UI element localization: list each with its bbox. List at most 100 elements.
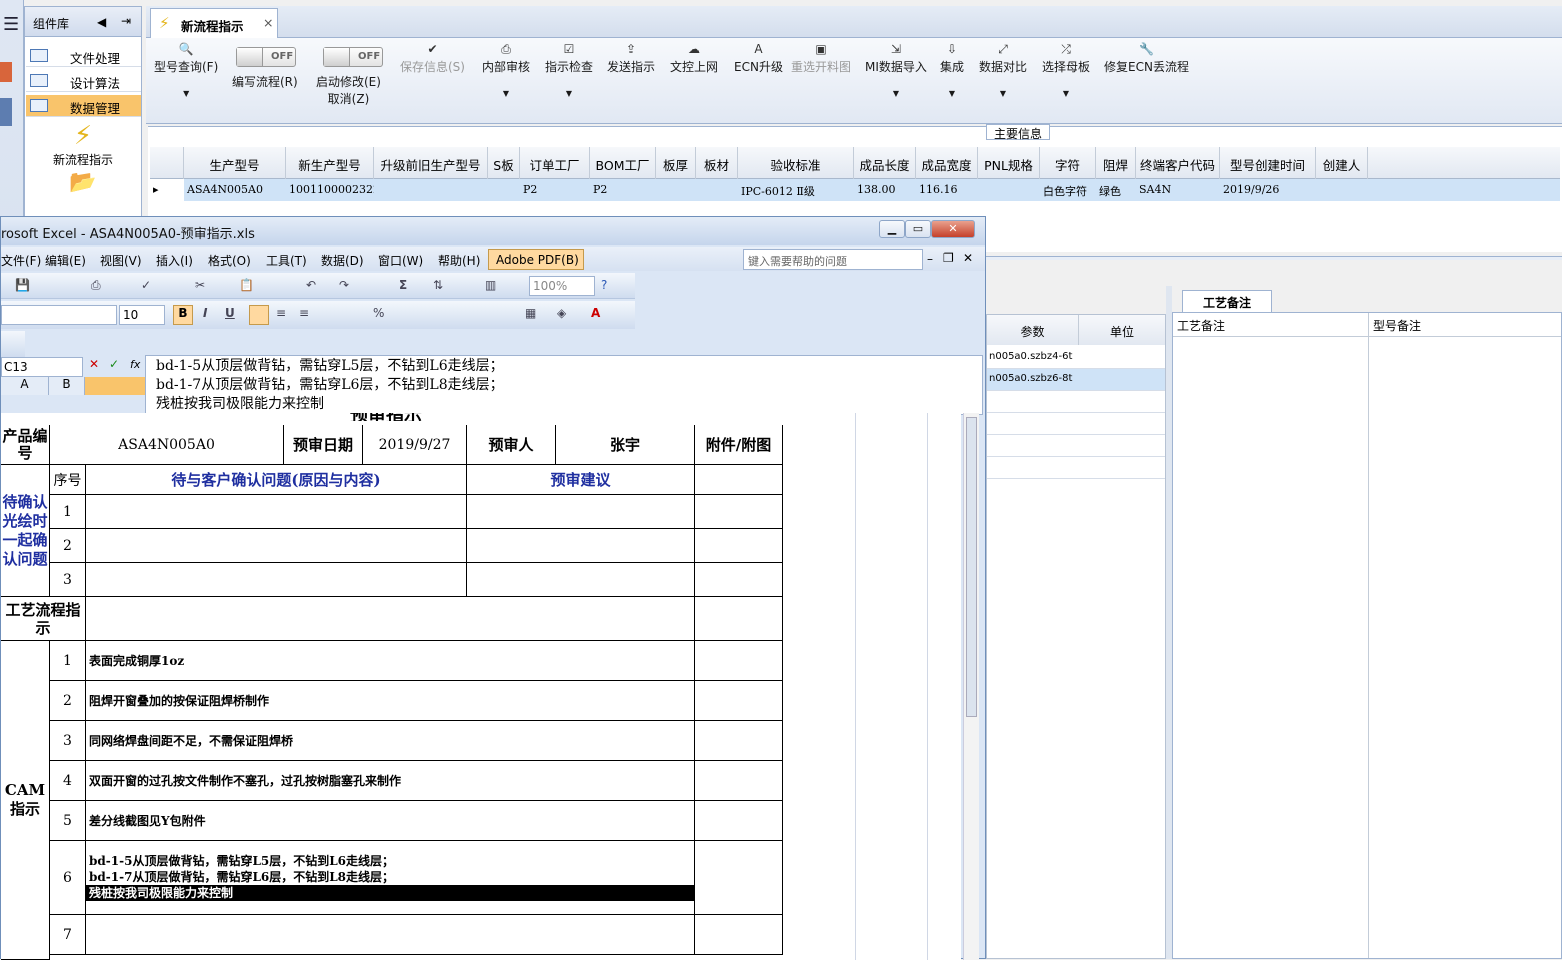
process-cell[interactable] bbox=[86, 597, 695, 641]
column-header-c[interactable] bbox=[85, 377, 145, 395]
reviewer-label[interactable]: 预审人 bbox=[467, 425, 556, 465]
column-header[interactable]: 订单工厂 bbox=[520, 147, 590, 179]
cam-seq[interactable]: 6 bbox=[50, 841, 86, 915]
tab-process-notes[interactable]: 工艺备注 bbox=[1182, 290, 1272, 312]
table-cell[interactable] bbox=[656, 179, 696, 201]
menu-tools[interactable]: 工具(T) bbox=[266, 252, 307, 269]
table-cell[interactable]: P2 bbox=[590, 179, 656, 201]
empty-row[interactable] bbox=[987, 391, 1165, 413]
column-header[interactable]: 型号创建时间 bbox=[1220, 147, 1316, 179]
question-header[interactable]: 待与客户确认问题(原因与内容) bbox=[86, 465, 467, 495]
dropdown-arrow-icon[interactable]: ▼ bbox=[940, 89, 964, 98]
mi-import-button[interactable]: ⇲ MI数据导入 ▼ bbox=[865, 42, 927, 98]
redo-icon[interactable]: ↷ bbox=[339, 278, 349, 292]
dropdown-arrow-icon[interactable]: ▼ bbox=[154, 89, 218, 98]
function-icon[interactable]: fx bbox=[130, 358, 140, 371]
integrate-button[interactable]: ⇩ 集成 ▼ bbox=[940, 42, 964, 98]
sidebar-item-file[interactable]: 文件处理 bbox=[26, 45, 141, 67]
table-cell[interactable] bbox=[374, 179, 488, 201]
question-cell[interactable] bbox=[86, 529, 467, 563]
save-info-button[interactable]: ✔ 保存信息(S) bbox=[400, 42, 465, 75]
menu-insert[interactable]: 插入(I) bbox=[156, 252, 193, 269]
dropdown-arrow-icon[interactable]: ▼ bbox=[865, 89, 927, 98]
cam-text[interactable] bbox=[86, 915, 695, 955]
table-cell[interactable]: IPC-6012 Ⅱ级 bbox=[738, 179, 854, 201]
menu-data[interactable]: 数据(D) bbox=[321, 252, 364, 269]
cam-label[interactable]: CAM指示 bbox=[1, 641, 50, 960]
cam-text[interactable]: 双面开窗的过孔按文件制作不塞孔，过孔按树脂塞孔来制作 bbox=[86, 761, 695, 801]
attachment-cell[interactable] bbox=[695, 529, 783, 563]
column-header[interactable]: 板厚 bbox=[656, 147, 696, 179]
dropdown-arrow-icon[interactable]: ▼ bbox=[482, 89, 530, 98]
cam-text[interactable]: 差分线截图见Y包附件 bbox=[86, 801, 695, 841]
table-cell[interactable]: 116.16 bbox=[916, 179, 978, 201]
start-modify-button[interactable]: 启动修改(E) 取消(Z) bbox=[316, 73, 381, 107]
italic-button[interactable]: I bbox=[203, 306, 207, 320]
model-query-button[interactable]: 🔍 型号查询(F) ▼ bbox=[154, 42, 218, 98]
scroll-thumb[interactable] bbox=[966, 417, 977, 717]
cam-seq[interactable]: 7 bbox=[50, 915, 86, 955]
menu-adobe-pdf[interactable]: Adobe PDF(B) bbox=[488, 249, 584, 270]
cut-icon[interactable]: ✂ bbox=[195, 278, 205, 292]
process-label[interactable]: 工艺流程指示 bbox=[1, 597, 86, 641]
column-header[interactable]: 字符 bbox=[1040, 147, 1096, 179]
formula-bar[interactable]: bd-1-5从顶层做背钻，需钻穿L5层，不钻到L6走线层； bd-1-7从顶层做… bbox=[145, 355, 983, 415]
maximize-icon[interactable]: ▭ bbox=[905, 220, 931, 238]
advice-cell[interactable] bbox=[467, 529, 695, 563]
align-center-icon[interactable]: ≡ bbox=[276, 306, 286, 320]
column-header[interactable]: 阻焊 bbox=[1096, 147, 1136, 179]
table-cell[interactable] bbox=[488, 179, 520, 201]
close-icon[interactable]: ✕ bbox=[931, 220, 975, 238]
zoom-select[interactable]: 100% bbox=[529, 276, 595, 296]
table-cell[interactable] bbox=[696, 179, 738, 201]
product-value[interactable]: ASA4N005A0 bbox=[50, 425, 284, 465]
undo-icon[interactable]: ↶ bbox=[306, 278, 316, 292]
table-cell[interactable]: SA4N bbox=[1136, 179, 1220, 201]
column-header[interactable]: 验收标准 bbox=[738, 147, 854, 179]
align-right-icon[interactable]: ≡ bbox=[299, 306, 309, 320]
cam-text[interactable]: 表面完成铜厚1oz bbox=[86, 641, 695, 681]
attachment-cell[interactable] bbox=[695, 597, 783, 641]
data-compare-button[interactable]: ⤢ 数据对比 ▼ bbox=[979, 42, 1027, 98]
new-flow-launcher[interactable]: ⚡ 新流程指示 📂 bbox=[25, 121, 141, 195]
menu-icon[interactable]: ☰ bbox=[3, 14, 19, 35]
select-motherboard-button[interactable]: ⤮ 选择母板 ▼ bbox=[1042, 42, 1090, 98]
column-header-a[interactable]: A bbox=[1, 377, 49, 395]
db-icon[interactable] bbox=[0, 98, 12, 126]
table-cell[interactable]: 10011000023220 bbox=[286, 179, 374, 201]
cam-text-selected[interactable]: bd-1-5从顶层做背钻，需钻穿L5层，不钻到L6走线层； bd-1-7从顶层做… bbox=[86, 841, 695, 915]
confirm-label[interactable]: 待确认光绘时一起确认问题 bbox=[1, 465, 50, 597]
unit-cell[interactable] bbox=[1079, 347, 1165, 369]
pin-icon[interactable]: ⇥ bbox=[121, 14, 131, 28]
publish-online-button[interactable]: ☁ 文控上网 bbox=[670, 42, 718, 75]
cam-text[interactable]: 阻焊开窗叠加的按保证阻焊桥制作 bbox=[86, 681, 695, 721]
column-header[interactable]: 成品宽度 bbox=[916, 147, 978, 179]
cam-seq[interactable]: 1 bbox=[50, 641, 86, 681]
column-header[interactable]: BOM工厂 bbox=[590, 147, 656, 179]
date-value[interactable]: 2019/9/27 bbox=[363, 425, 467, 465]
reviewer-value[interactable]: 张宇 bbox=[556, 425, 695, 465]
attachment-cell[interactable] bbox=[695, 563, 783, 597]
column-header[interactable]: S板 bbox=[488, 147, 520, 179]
excel-vertical-scrollbar[interactable] bbox=[963, 413, 979, 960]
param-cell[interactable]: n005a0.szbz6-8t bbox=[987, 369, 1079, 391]
instruction-check-button[interactable]: ☑ 指示检查 ▼ bbox=[545, 42, 593, 98]
empty-row[interactable] bbox=[987, 457, 1165, 479]
minimize-icon[interactable]: ▁ bbox=[879, 220, 905, 238]
borders-icon[interactable]: ▦ bbox=[525, 306, 536, 320]
column-header[interactable]: 创建人 bbox=[1316, 147, 1368, 179]
confirm-entry-icon[interactable]: ✓ bbox=[109, 357, 119, 371]
dropdown-arrow-icon[interactable]: ▼ bbox=[1042, 89, 1090, 98]
param-column-header[interactable]: 参数 bbox=[987, 315, 1079, 345]
sum-icon[interactable]: Σ bbox=[399, 278, 407, 292]
table-cell[interactable] bbox=[1316, 179, 1368, 201]
question-cell[interactable] bbox=[86, 495, 467, 529]
advice-header[interactable]: 预审建议 bbox=[467, 465, 695, 495]
fill-color-icon[interactable]: ◈ bbox=[557, 306, 566, 320]
table-row[interactable]: ▸ASA4N005A010011000023220 P2P2 IPC-6012 Ⅱ级… bbox=[150, 179, 1560, 201]
empty-row[interactable] bbox=[987, 435, 1165, 457]
grid-corner[interactable] bbox=[150, 147, 184, 179]
save-icon[interactable]: 💾 bbox=[15, 278, 30, 292]
cam-text[interactable]: 同网络焊盘间距不足，不需保证阻焊桥 bbox=[86, 721, 695, 761]
start-modify-toggle[interactable]: OFF bbox=[323, 47, 383, 67]
